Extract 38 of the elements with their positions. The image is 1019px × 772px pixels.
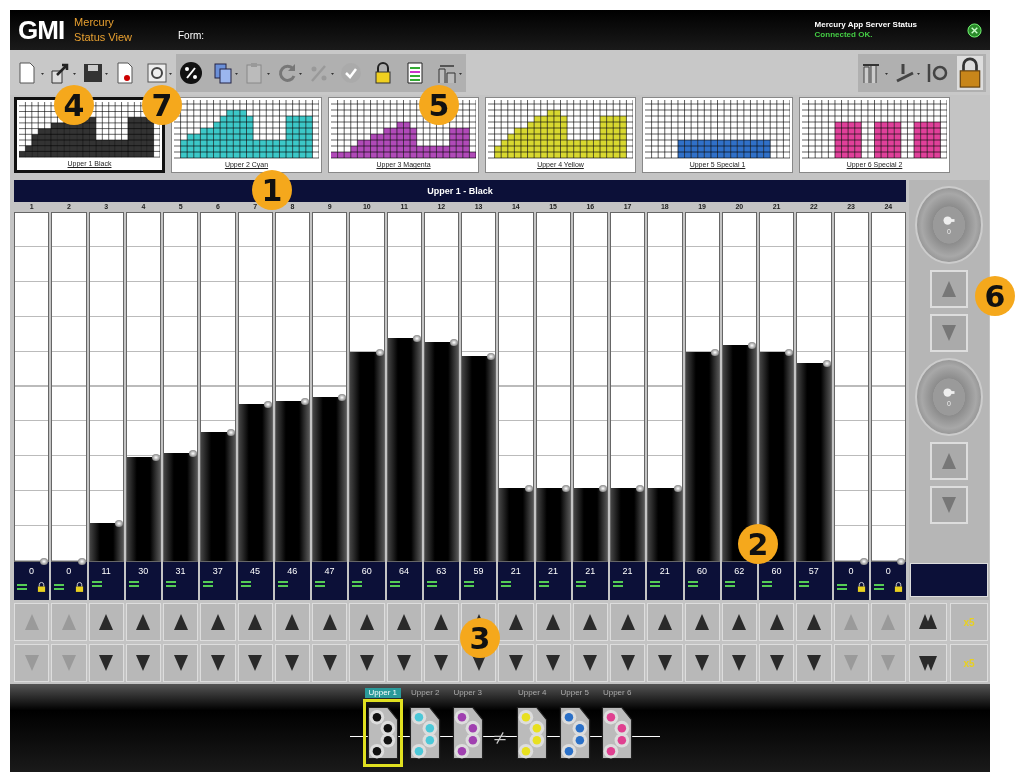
zone-value: 21 [548, 565, 559, 577]
zone-value: 0 [885, 565, 891, 577]
view-name: Status View [74, 30, 132, 45]
print-unit-label: Upper 6 [601, 688, 633, 698]
zone-value: 59 [473, 565, 484, 577]
zone-value: 21 [510, 565, 521, 577]
zone-value: 30 [138, 565, 149, 577]
zone-value: 60 [361, 565, 372, 577]
zone-value: 60 [697, 565, 708, 577]
print-unit-label: Upper 2 [410, 688, 441, 698]
zone-value: 31 [175, 565, 186, 577]
zone-value: 46 [287, 565, 298, 577]
logo: GMI [18, 14, 65, 46]
zone-value: 60 [771, 565, 782, 577]
print-unit-label: Upper 5 [559, 688, 590, 698]
print-unit-label: Upper 1 [364, 688, 402, 698]
zone-value: 45 [250, 565, 261, 577]
zone-value: 0 [29, 565, 35, 577]
zone-value: 0 [66, 565, 72, 577]
zone-value: 57 [808, 565, 819, 577]
server-status: Connected OK. [814, 30, 874, 40]
zone-value: 64 [399, 565, 410, 577]
zone-value: 62 [734, 565, 745, 577]
server-status-label: Mercury App Server Status [814, 20, 917, 30]
app-name: Mercury [74, 15, 115, 30]
form-label: Form: [178, 29, 205, 41]
zone-value: 37 [212, 565, 223, 577]
zone-value: 21 [659, 565, 670, 577]
zone-value: 21 [585, 565, 596, 577]
zone-value: 11 [101, 565, 111, 577]
callout-tooltip: 6 [975, 276, 1015, 316]
zone-value: 21 [622, 565, 633, 577]
zone-value: 63 [436, 565, 447, 577]
zone-value: 0 [848, 565, 854, 577]
print-unit-label: Upper 4 [517, 688, 548, 698]
print-unit-label: Upper 3 [452, 688, 483, 698]
zone-value: 47 [324, 565, 335, 577]
zone-title: Upper 1 - Black [427, 186, 493, 196]
